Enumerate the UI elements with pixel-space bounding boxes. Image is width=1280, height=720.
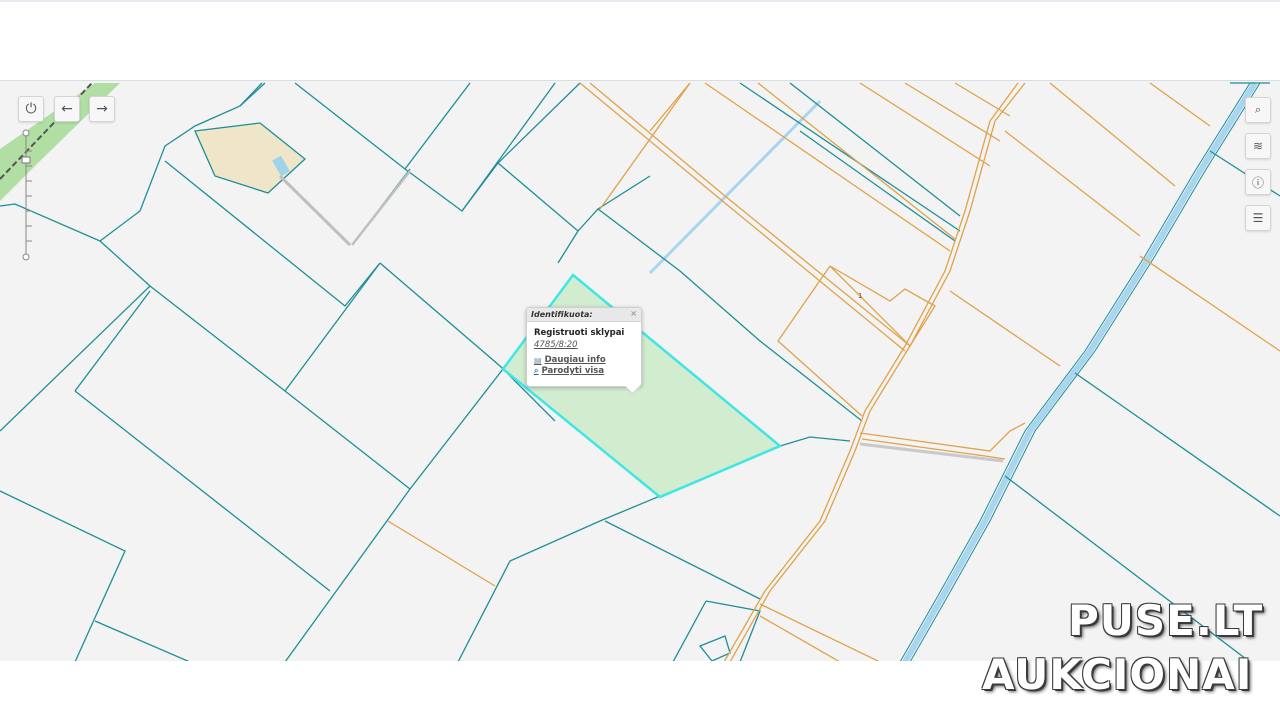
popup-header-text: Identifikuota: xyxy=(531,310,593,319)
arrow-right-icon: → xyxy=(96,101,108,117)
map-canvas[interactable]: 1 ⏻ ← → ⌕ ≋ ⓘ ☰ Identifikuota: × Registr… xyxy=(0,80,1280,661)
parcel-id-link[interactable]: 4785/8:20 xyxy=(534,340,641,350)
document-icon: ▤ xyxy=(534,355,542,365)
close-icon[interactable]: × xyxy=(630,309,637,318)
document-icon: ☰ xyxy=(1252,211,1264,225)
parcel-label: 1 xyxy=(858,292,862,300)
show-all-label: Parodyti visa xyxy=(541,366,605,376)
water-canal xyxy=(902,81,1258,661)
gravel-road xyxy=(278,174,352,247)
search-button[interactable]: ⌕ xyxy=(1245,97,1271,123)
identify-popup: Identifikuota: × Registruoti sklypai 478… xyxy=(526,307,642,395)
watermark-line-2: AUKCIONAI xyxy=(982,650,1253,699)
top-bar xyxy=(0,0,1280,80)
water-canal-edge-2 xyxy=(909,82,1261,661)
search-icon: ⌕ xyxy=(534,366,539,375)
more-info-label: Daugiau info xyxy=(544,355,606,365)
water-channel xyxy=(648,99,822,275)
back-button[interactable]: ← xyxy=(54,96,80,122)
power-icon: ⏻ xyxy=(25,101,37,117)
gravel-road-2 xyxy=(351,170,411,246)
search-icon: ⌕ xyxy=(1254,103,1262,116)
layers-icon: ≋ xyxy=(1252,139,1264,153)
watermark-line-1: PUSE.LT xyxy=(1068,596,1264,645)
arrow-left-icon: ← xyxy=(61,101,73,117)
layers-button[interactable]: ≋ xyxy=(1245,133,1271,159)
info-button[interactable]: ⓘ xyxy=(1245,169,1271,195)
show-all-link[interactable]: ⌕ Parodyti visa xyxy=(534,366,641,376)
forward-button[interactable]: → xyxy=(89,96,115,122)
more-info-link[interactable]: ▤ Daugiau info xyxy=(534,355,641,365)
popup-header: Identifikuota: × xyxy=(527,308,641,322)
info-icon: ⓘ xyxy=(1251,175,1264,190)
popup-title: Registruoti sklypai xyxy=(534,328,625,338)
power-button[interactable]: ⏻ xyxy=(18,96,44,122)
document-button[interactable]: ☰ xyxy=(1245,205,1271,231)
zoom-handle[interactable] xyxy=(21,156,31,164)
road-junction xyxy=(859,442,1004,463)
